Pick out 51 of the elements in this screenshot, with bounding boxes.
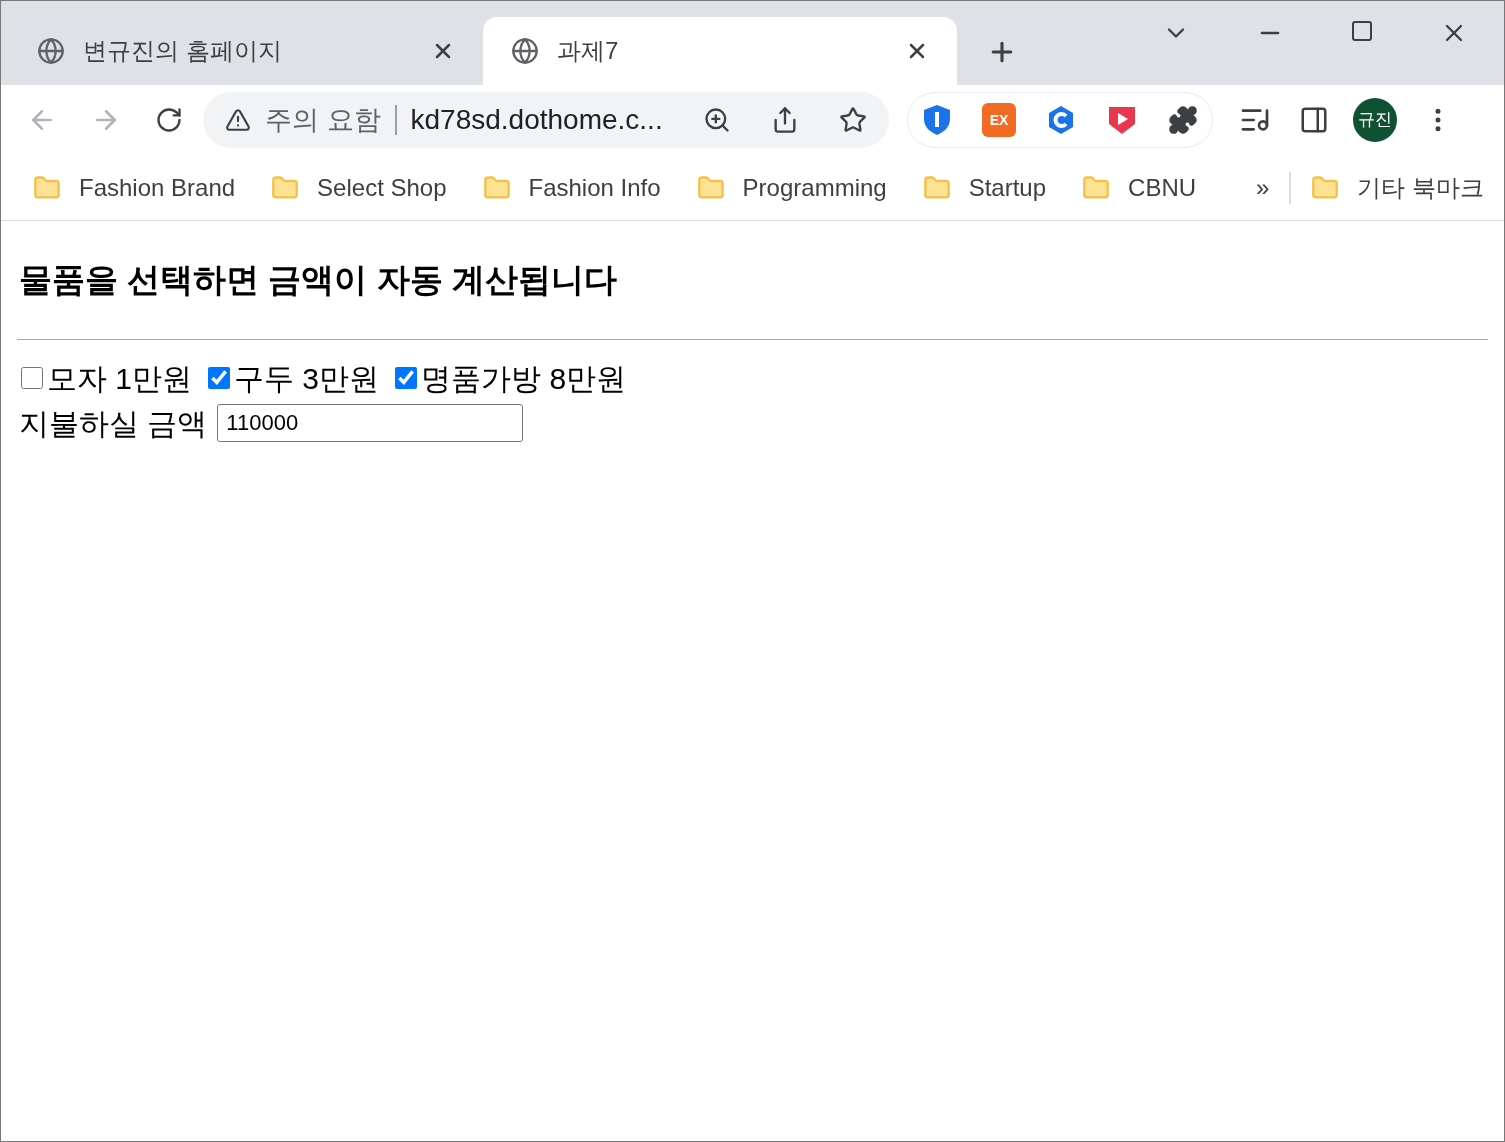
browser-tab[interactable]: 과제7 [483,17,957,85]
item-checkbox[interactable] [21,367,43,389]
bookmark-label: Select Shop [317,172,447,203]
bookmark-label: Fashion Info [528,172,661,203]
bookmark-folder[interactable]: Programming [696,169,887,206]
bookmark-label: Startup [968,172,1047,203]
bookmark-folder[interactable]: Fashion Brand [33,169,236,206]
globe-icon [511,37,539,65]
bookmark-label: Fashion Brand [79,172,236,203]
tab-title: 과제7 [557,36,620,66]
bookmarks-overflow[interactable]: » [1255,169,1270,206]
item-label: 구두 3만원 [234,360,380,397]
total-label: 지불하실 금액 [19,405,208,442]
bookmark-folder[interactable]: Select Shop [271,169,447,206]
folder-icon [1311,173,1340,202]
folder-icon [33,173,61,202]
folder-icon [922,173,951,202]
side-panel-icon[interactable] [1299,105,1329,135]
item-label: 명품가방 8만원 [421,360,627,397]
play-shield-icon[interactable] [1106,104,1138,136]
bookmark-label: CBNU [1128,172,1197,203]
zoom-icon[interactable] [703,106,731,134]
item-label: 모자 1만원 [47,360,193,397]
total-amount-field[interactable]: 110000 [217,404,524,442]
folder-icon [271,173,300,202]
address-bar[interactable]: 주의 요함 kd78sd.dothome.c... [203,92,889,148]
folder-icon [1082,173,1111,202]
tab-title: 변규진의 홈페이지 [83,36,283,66]
bookmark-folder[interactable]: Fashion Info [482,169,661,206]
item-checkbox[interactable] [395,367,418,389]
shield-icon[interactable] [922,104,952,136]
folder-icon [482,173,511,202]
other-bookmarks-folder[interactable]: 기타 북마크 [1311,169,1484,206]
bookmark-label: 기타 북마크 [1357,172,1484,203]
bookmark-label: Programming [742,172,887,203]
hexagon-icon[interactable] [1046,104,1076,136]
bookmark-folder[interactable]: Startup [922,169,1047,206]
folder-icon [696,173,725,202]
profile-avatar[interactable]: 규진 [1353,98,1397,142]
extensions-icon[interactable] [1168,105,1198,135]
maximize-icon[interactable] [1350,19,1374,43]
bookmark-folder[interactable]: CBNU [1082,169,1197,206]
browser-tab[interactable]: 변규진의 홈페이지 [9,17,483,85]
reload-icon[interactable] [155,106,183,134]
item-checkbox[interactable] [208,367,231,389]
globe-icon [37,37,65,65]
page-heading: 물품을 선택하면 금액이 자동 계산됩니다 [18,260,618,300]
bookmark-star-icon[interactable] [839,106,867,134]
warning-icon [225,107,251,133]
security-warning: 주의 요함 [265,103,381,137]
url-text: kd78sd.dothome.c... [410,103,664,137]
